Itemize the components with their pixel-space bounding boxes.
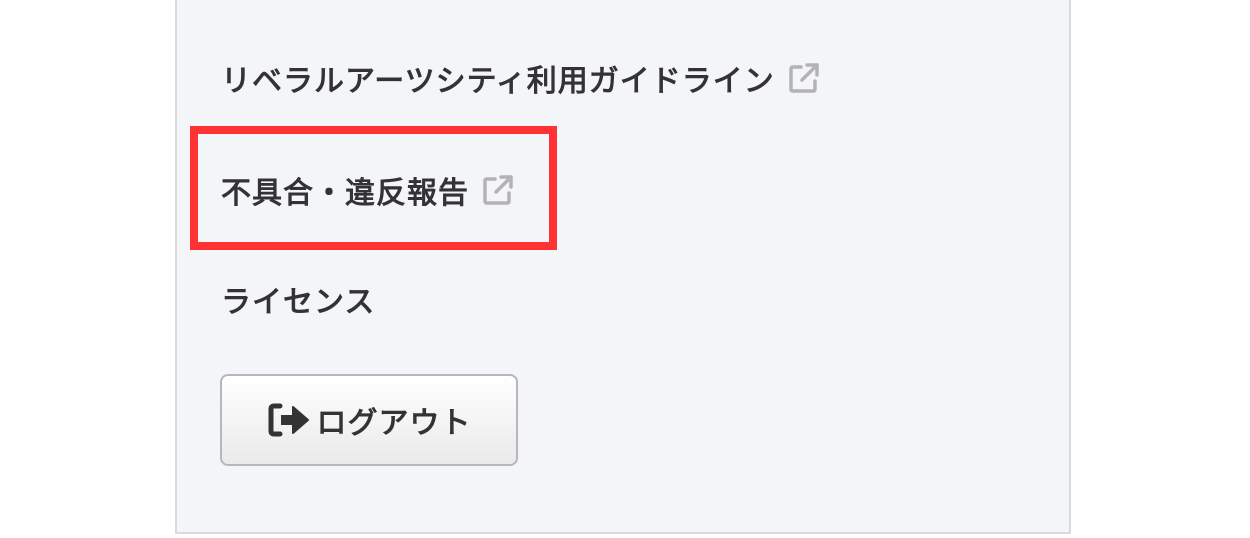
guidelines-link[interactable]: リベラルアーツシティ利用ガイドライン [221, 56, 821, 100]
external-link-icon [483, 175, 513, 205]
menu-panel: リベラルアーツシティ利用ガイドライン 不具合・違反報告 ライセンス ログアウト [175, 0, 1071, 534]
report-link-label: 不具合・違反報告 [221, 176, 469, 211]
report-link[interactable]: 不具合・違反報告 [221, 168, 515, 212]
logout-button-label: ログアウト [316, 406, 472, 441]
external-link-icon [789, 63, 819, 93]
license-link[interactable]: ライセンス [221, 277, 375, 321]
guidelines-link-label: リベラルアーツシティ利用ガイドライン [221, 64, 775, 99]
license-link-label: ライセンス [221, 285, 376, 320]
logout-button[interactable]: ログアウト [220, 374, 518, 466]
sign-out-icon [268, 403, 309, 437]
